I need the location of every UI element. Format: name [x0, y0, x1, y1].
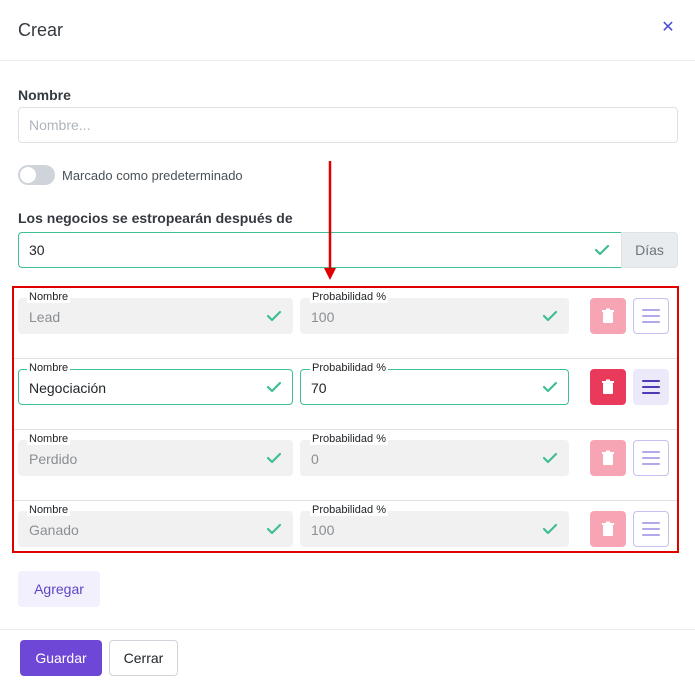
cancel-button[interactable]: Cerrar — [109, 640, 178, 676]
rotting-label: Los negocios se estropearán después de — [18, 210, 293, 226]
rotting-days-input[interactable] — [18, 232, 622, 268]
stage-probability-label: Probabilidad % — [310, 433, 388, 445]
footer-divider — [0, 629, 695, 630]
default-toggle-label: Marcado como predeterminado — [62, 168, 243, 183]
save-button[interactable]: Guardar — [20, 640, 102, 676]
toggle-knob — [20, 167, 36, 183]
check-icon — [594, 244, 610, 256]
stage-probability-label: Probabilidad % — [310, 291, 388, 303]
name-label: Nombre — [18, 87, 71, 103]
close-icon[interactable]: ✕ — [660, 19, 676, 37]
stage-name-label: Nombre — [27, 291, 71, 303]
default-toggle[interactable] — [18, 165, 55, 185]
name-input[interactable] — [18, 107, 678, 143]
stage-probability-label: Probabilidad % — [310, 504, 388, 516]
stage-probability-label: Probabilidad % — [310, 362, 388, 374]
add-stage-button[interactable]: Agregar — [18, 571, 100, 607]
modal-title: Crear — [18, 20, 64, 40]
days-addon: Días — [621, 232, 678, 268]
stage-name-label: Nombre — [27, 504, 71, 516]
stage-name-label: Nombre — [27, 362, 71, 374]
stage-name-label: Nombre — [27, 433, 71, 445]
modal-header: Crear ✕ — [0, 0, 695, 61]
